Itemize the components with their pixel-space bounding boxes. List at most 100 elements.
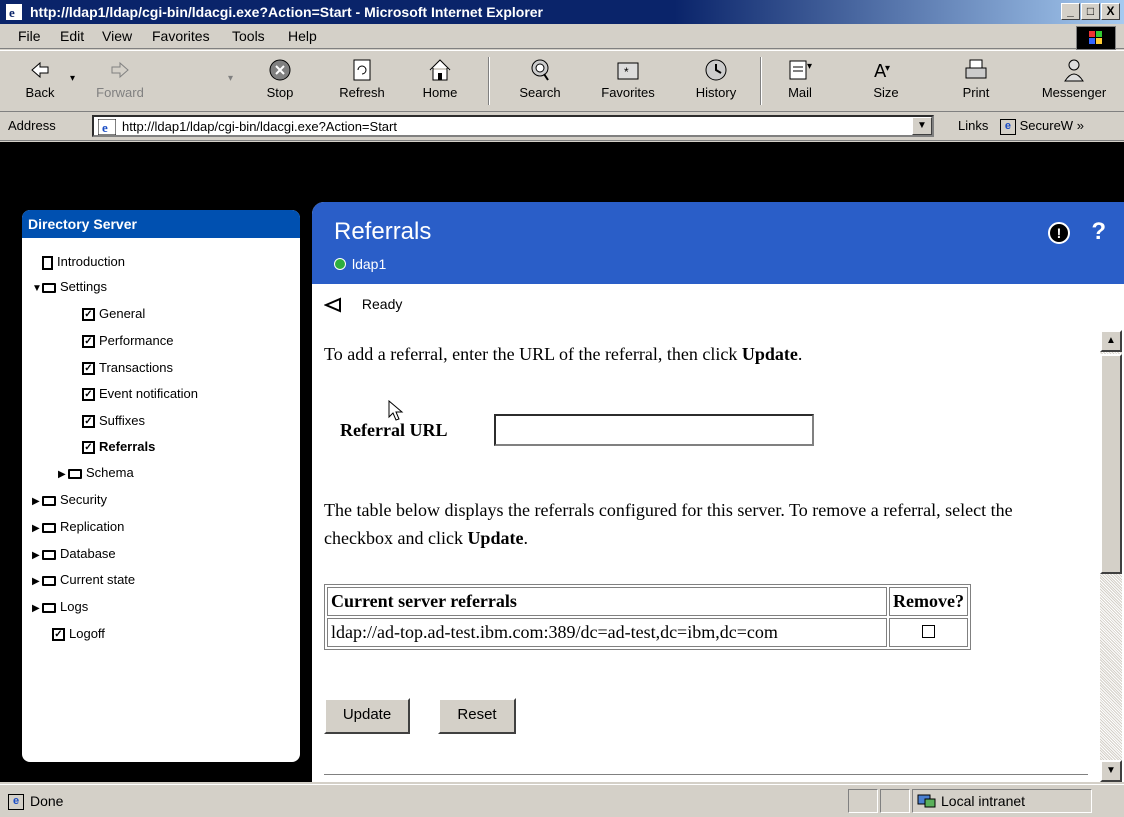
scroll-down-button[interactable]: ▼ [1100,760,1122,782]
collapsed-arrow-icon[interactable]: ▶ [32,492,42,512]
collapsed-arrow-icon[interactable]: ▶ [32,519,42,539]
nav-item-event-notification[interactable]: ✓ Event notification [82,384,198,404]
folder-icon [42,495,56,506]
expanded-arrow-icon[interactable]: ▼ [32,279,42,299]
forward-button[interactable]: Forward [90,55,150,107]
scroll-thumb[interactable] [1100,354,1122,574]
stop-button[interactable]: Stop [250,55,310,107]
history-button[interactable]: History [686,55,746,107]
nav-item-performance[interactable]: ✓ Performance [82,331,173,351]
search-button[interactable]: Search [510,55,570,107]
table-header-row: Current server referrals Remove? [327,587,968,616]
menu-file[interactable]: File [18,28,41,44]
referrals-table: Current server referrals Remove? ldap://… [324,584,971,650]
close-button[interactable]: X [1101,3,1120,20]
update-button[interactable]: Update [324,698,410,734]
back-button[interactable]: Back [10,55,70,107]
checked-page-icon: ✓ [82,335,95,349]
server-status-icon [334,258,346,270]
minimize-button[interactable]: _ [1061,3,1080,20]
forward-arrow-icon [111,61,129,79]
nav-item-replication[interactable]: ▶ Replication [32,517,124,537]
checked-page-icon: ✓ [82,441,95,455]
collapsed-arrow-icon[interactable]: ▶ [32,572,42,592]
referral-cell: ldap://ad-top.ad-test.ibm.com:389/dc=ad-… [327,618,887,647]
status-panel [848,789,878,813]
vertical-scrollbar[interactable]: ▲ ▼ [1100,330,1122,782]
address-dropdown-button[interactable]: ▼ [912,117,932,135]
home-icon [429,59,451,81]
security-zone: Local intranet [912,789,1092,813]
column-header-remove: Remove? [889,587,968,616]
nav-item-current-state[interactable]: ▶ Current state [32,570,135,590]
refresh-icon [353,59,371,81]
back-dropdown-icon[interactable]: ▾ [70,73,75,84]
folder-icon [42,575,56,586]
nav-item-introduction[interactable]: Introduction [32,252,125,272]
menu-edit[interactable]: Edit [60,28,84,44]
nav-item-settings[interactable]: ▼ Settings [32,277,107,297]
collapsed-arrow-icon[interactable]: ▶ [32,546,42,566]
collapsed-arrow-icon[interactable]: ▶ [58,465,68,485]
add-instructions-text: To add a referral, enter the URL of the … [324,344,742,364]
link-securew[interactable]: SecureW [1020,118,1073,133]
window-title: http://ldap1/ldap/cgi-bin/ldacgi.exe?Act… [30,4,544,20]
maximize-button[interactable]: □ [1081,3,1100,20]
forward-dropdown-icon[interactable]: ▾ [228,73,233,84]
nav-label: Schema [86,465,134,480]
status-done: e Done [8,793,63,811]
status-text: Ready [361,296,403,312]
folder-icon [42,602,56,613]
address-url: http://ldap1/ldap/cgi-bin/ldacgi.exe?Act… [122,119,397,134]
info-icon[interactable]: ! [1048,222,1070,244]
nav-item-transactions[interactable]: ✓ Transactions [82,358,173,378]
help-icon[interactable]: ? [1091,218,1106,246]
nav-label: Security [60,492,107,507]
refresh-button[interactable]: Refresh [332,55,392,107]
size-button[interactable]: A ▾ Size [856,55,916,107]
toolbar-separator [488,57,490,105]
remove-instructions-bold: Update [467,528,524,548]
mail-button[interactable]: ▾ Mail [770,55,830,107]
menu-view[interactable]: View [102,28,132,44]
document-icon [42,255,53,270]
nav-item-general[interactable]: ✓ General [82,304,145,324]
nav-item-schema[interactable]: ▶ Schema [58,463,134,483]
forward-label: Forward [96,85,144,100]
folder-icon [42,282,56,293]
menu-favorites[interactable]: Favorites [152,28,210,44]
nav-item-referrals[interactable]: ✓ Referrals [82,437,155,457]
remove-instructions-end: . [523,528,528,548]
nav-item-database[interactable]: ▶ Database [32,544,116,564]
referral-url-label: Referral URL [340,420,448,440]
remove-checkbox[interactable] [921,625,935,638]
status-bar: e Done Local intranet [0,784,1124,817]
menu-help[interactable]: Help [288,28,317,44]
links-bar[interactable]: Links e SecureW » [958,118,1084,135]
links-more-chevron-icon[interactable]: » [1077,118,1084,133]
megaphone-icon [323,297,341,313]
print-button[interactable]: Print [946,55,1006,107]
favorites-button[interactable]: * Favorites [598,55,658,107]
address-input[interactable]: e http://ldap1/ldap/cgi-bin/ldacgi.exe?A… [92,115,934,137]
messenger-button[interactable]: Messenger [1034,55,1114,107]
referral-url-input[interactable] [494,414,814,446]
collapsed-arrow-icon[interactable]: ▶ [32,599,42,619]
menu-tools[interactable]: Tools [232,28,265,44]
refresh-label: Refresh [339,85,385,100]
home-button[interactable]: Home [410,55,470,107]
sidebar-header: Directory Server [22,210,300,238]
search-label: Search [519,85,561,100]
ie-link-icon: e [999,118,1016,135]
nav-label: Settings [60,279,107,294]
scroll-up-button[interactable]: ▲ [1100,330,1122,352]
nav-item-logoff[interactable]: ✓ Logoff [52,624,105,644]
checked-page-icon: ✓ [52,628,65,642]
nav-item-security[interactable]: ▶ Security [32,490,107,510]
reset-button[interactable]: Reset [438,698,516,734]
zone-text: Local intranet [941,793,1026,809]
nav-item-suffixes[interactable]: ✓ Suffixes [82,411,145,431]
nav-item-logs[interactable]: ▶ Logs [32,597,88,617]
ie-page-icon: e [98,119,116,135]
remove-instructions-text: The table below displays the referrals c… [324,500,1013,548]
